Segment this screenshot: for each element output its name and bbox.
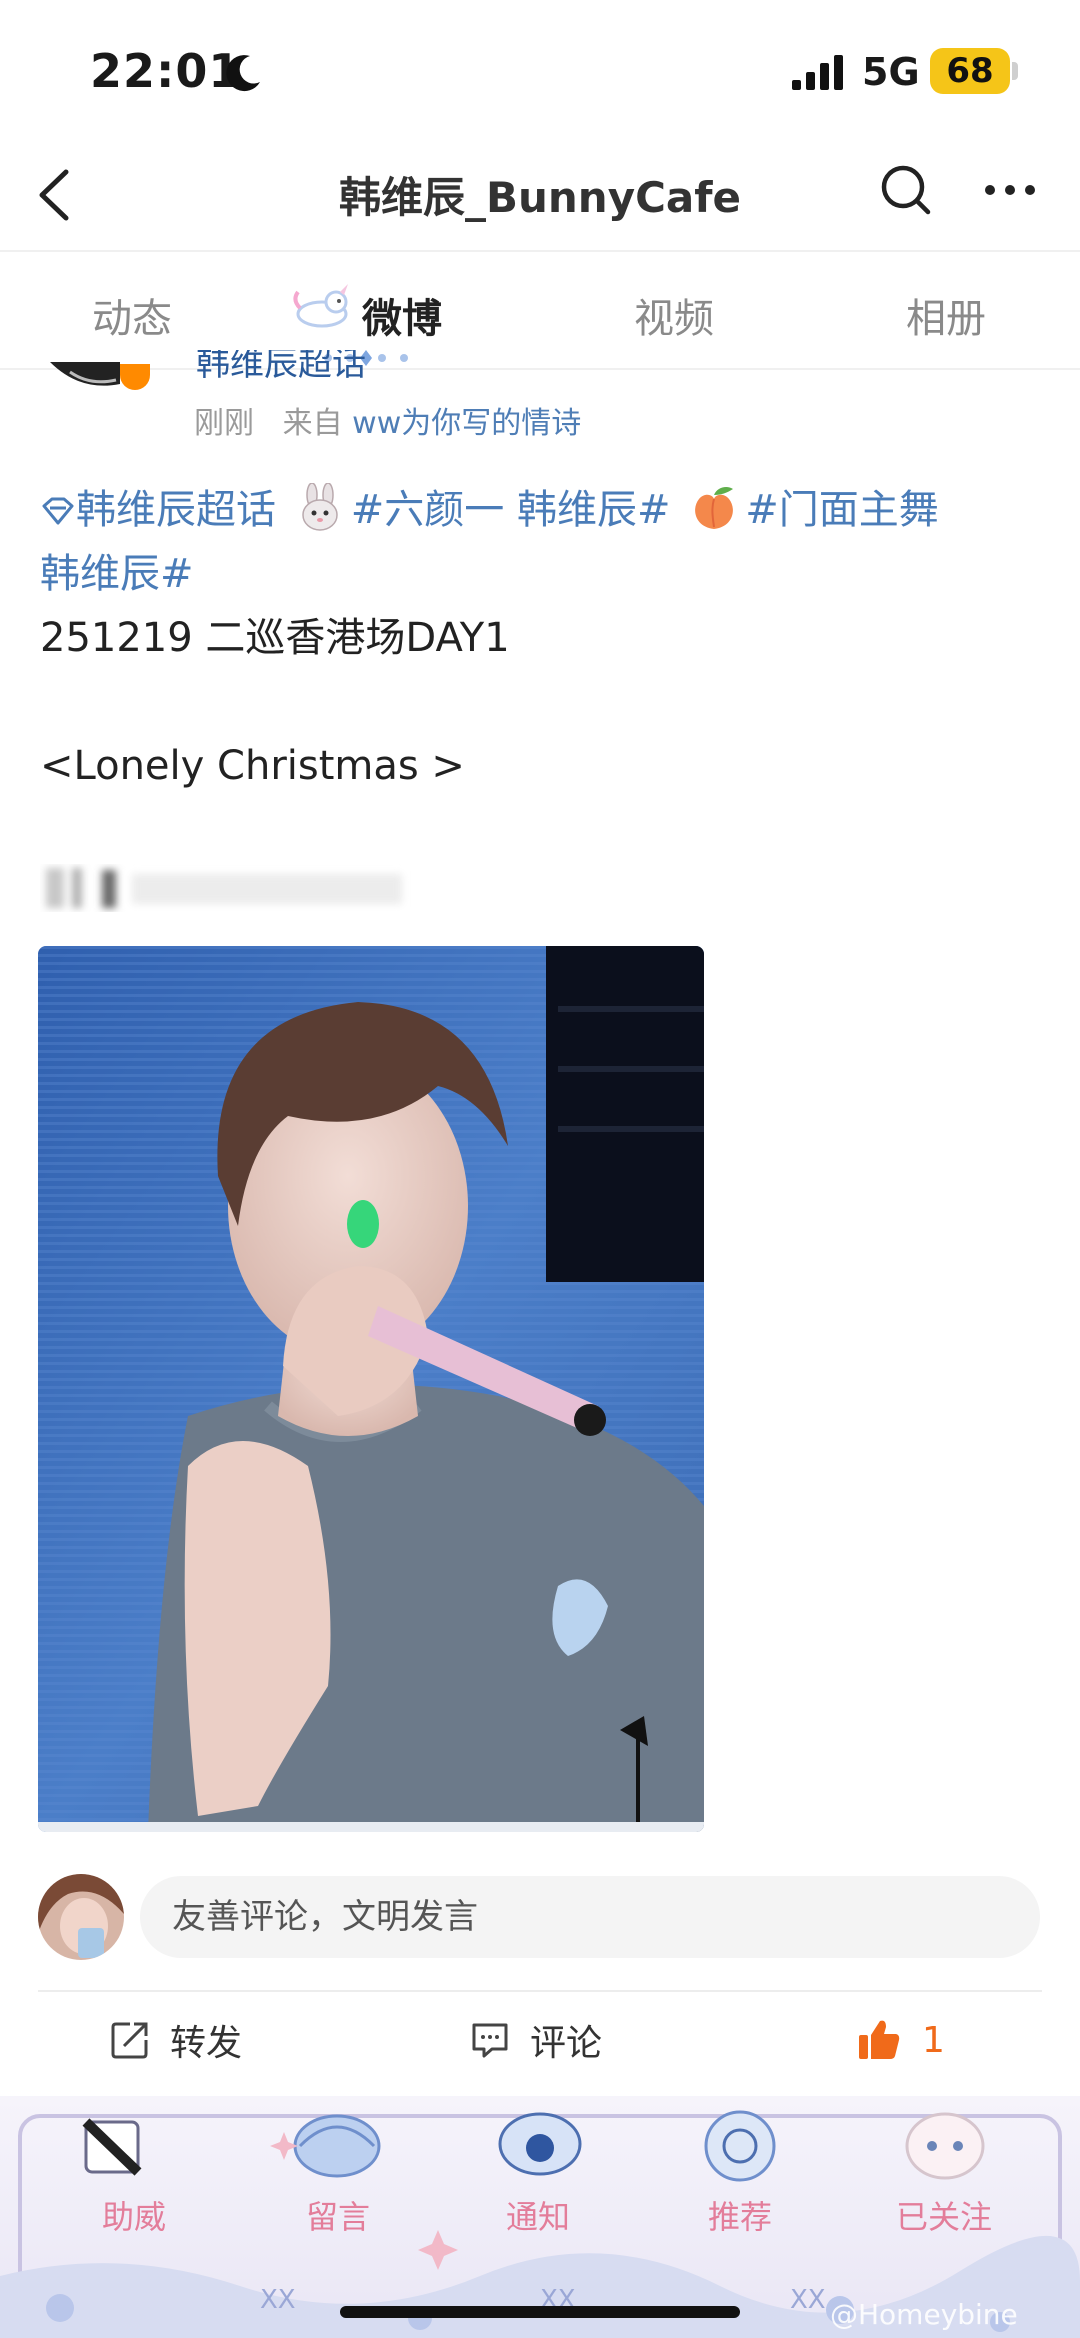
hashtag-link-2a[interactable]: #门面主舞 [745, 487, 939, 533]
bottom-label-notify: 通知 [505, 2198, 570, 2236]
post-text-line-2: <Lonely Christmas > [40, 743, 465, 789]
peach-emoji-icon [695, 487, 734, 529]
back-icon[interactable] [28, 160, 88, 230]
nav-bar: 韩维辰_BunnyCafe [0, 140, 1080, 250]
comment-button[interactable]: 评论 [470, 2012, 602, 2068]
divider [38, 1990, 1042, 1992]
bottom-item-recommend[interactable]: 推荐 [670, 2096, 810, 2338]
status-bar: 22:01 5G 68 [0, 0, 1080, 140]
super-topic-icon [42, 497, 74, 525]
battery-tip [1012, 62, 1018, 80]
watermark: @Homeybine [830, 2298, 1018, 2331]
tab-weibo[interactable]: 微博 [362, 286, 442, 344]
comment-input[interactable] [140, 1876, 1040, 1958]
tag-line: 韩维辰超话 #六颜一 韩维辰# #门面主舞 [40, 478, 1040, 542]
hashtag-link-1[interactable]: #六颜一 韩维辰# [351, 487, 671, 533]
tag-line-2: 韩维辰# [40, 542, 1040, 606]
blurred-text-fragment [46, 868, 402, 908]
more-icon[interactable] [980, 170, 1040, 210]
tab-album[interactable]: 相册 [906, 286, 986, 344]
author-name-text: 韩维辰超话 [196, 350, 366, 384]
post-text-line-1: 251219 二巡香港场DAY1 [40, 615, 510, 661]
post-meta: 刚刚 来自 ww为你写的情诗 [194, 398, 581, 442]
post-time: 刚刚 [194, 406, 254, 441]
status-time: 22:01 [90, 44, 242, 98]
super-topic-link[interactable]: 韩维辰超话 [76, 487, 276, 533]
bunny-emoji-icon [301, 483, 338, 531]
bottom-item-cheer[interactable]: 助威 [64, 2096, 204, 2338]
tab-bar: 动态 微博 视频 相册 [0, 250, 1080, 370]
repost-button[interactable]: 转发 [110, 2012, 242, 2068]
bottom-label-recommend: 推荐 [707, 2198, 772, 2236]
signal-icon [792, 55, 843, 90]
user-avatar[interactable] [38, 1874, 124, 1960]
network-label: 5G [862, 50, 920, 94]
bottom-item-message[interactable]: 留言 [268, 2096, 408, 2338]
tab-dynamics[interactable]: 动态 [92, 286, 172, 344]
repost-label: 转发 [170, 2023, 243, 2064]
bottom-label-cheer: 助威 [101, 2198, 166, 2236]
search-icon[interactable] [876, 160, 936, 220]
bottom-item-notify[interactable]: 通知 [468, 2096, 608, 2338]
tab-video[interactable]: 视频 [634, 286, 714, 344]
bottom-label-following: 已关注 [895, 2198, 992, 2236]
post-photo[interactable] [38, 946, 704, 1832]
comment-icon [472, 2023, 508, 2058]
author-name[interactable]: 韩维辰超话 [196, 350, 366, 386]
source-prefix: 来自 [282, 406, 343, 441]
bottom-label-message: 留言 [305, 2198, 370, 2236]
like-count: 1 [922, 2019, 945, 2061]
post-body: 韩维辰超话 #六颜一 韩维辰# #门面主舞 韩维辰# 251219 二巡香港场D… [40, 478, 1040, 798]
like-button[interactable]: 1 [856, 2012, 945, 2068]
repost-icon [111, 2022, 148, 2059]
unicorn-icon [293, 284, 348, 328]
post-source[interactable]: ww为你写的情诗 [352, 406, 581, 441]
home-indicator[interactable] [340, 2306, 740, 2318]
battery-icon: 68 [930, 48, 1010, 94]
thumbs-up-icon [859, 2020, 900, 2059]
hashtag-link-2b[interactable]: 韩维辰# [40, 551, 194, 597]
comment-label: 评论 [530, 2023, 603, 2064]
page-title: 韩维辰_BunnyCafe [338, 173, 741, 222]
moon-icon [226, 55, 260, 92]
